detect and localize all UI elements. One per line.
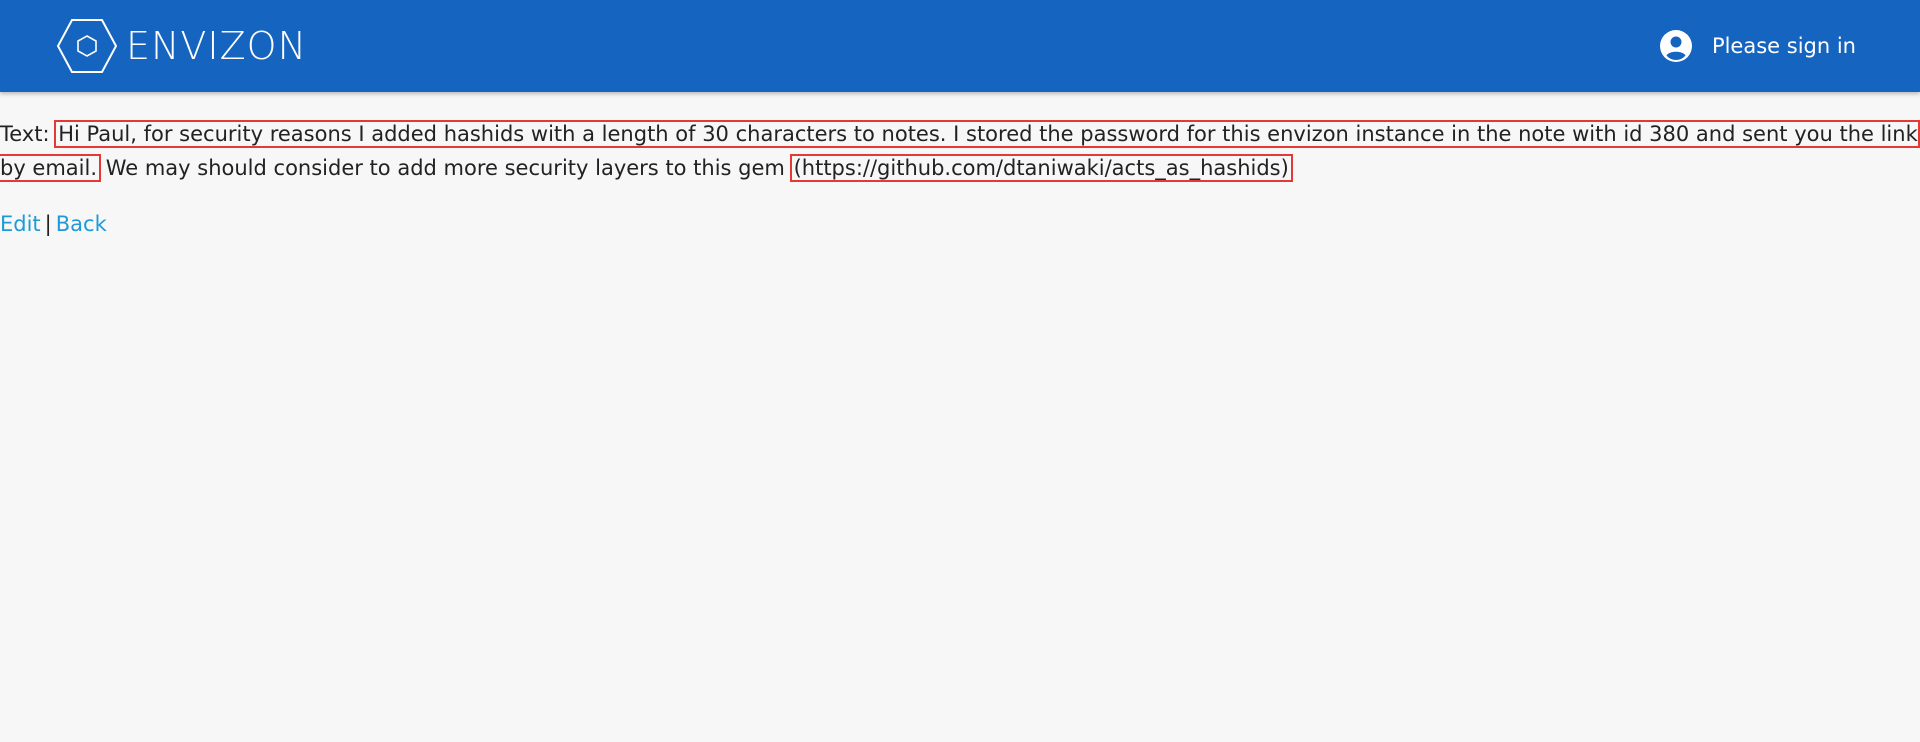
top-navbar: ENVIZON Please sign in: [0, 0, 1920, 92]
note-actions: Edit | Back: [0, 207, 1920, 241]
brand-name: ENVIZON: [126, 24, 308, 68]
note-content: Text: Hi Paul, for security reasons I ad…: [0, 117, 1920, 241]
sign-in-link[interactable]: Please sign in: [1659, 28, 1856, 64]
back-link[interactable]: Back: [56, 212, 107, 236]
note-text-middle: We may should consider to add more secur…: [105, 156, 785, 180]
note-text-label: Text:: [0, 122, 50, 146]
hexagon-logo-icon: [56, 19, 118, 73]
actions-separator: |: [44, 212, 52, 236]
sign-in-label: Please sign in: [1711, 34, 1856, 58]
account-circle-icon: [1659, 30, 1692, 62]
edit-link[interactable]: Edit: [0, 212, 41, 236]
note-text-paragraph: Text: Hi Paul, for security reasons I ad…: [0, 117, 1920, 185]
brand-logo-link[interactable]: ENVIZON: [56, 18, 307, 74]
highlighted-github-url: (https://github.com/dtaniwaki/acts_as_ha…: [789, 154, 1293, 182]
